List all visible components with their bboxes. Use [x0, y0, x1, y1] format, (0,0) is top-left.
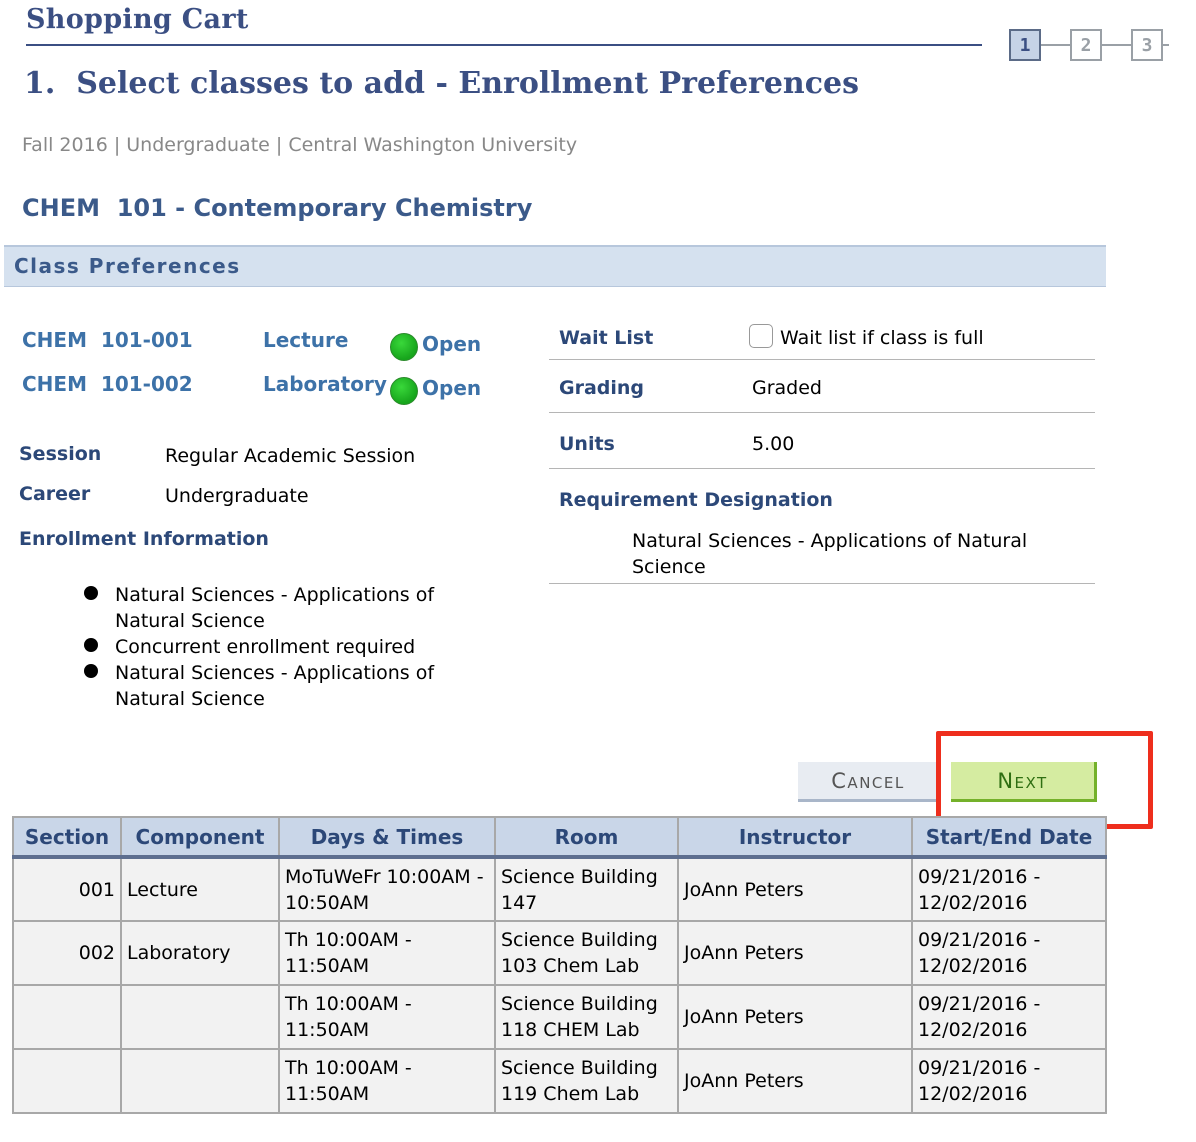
cell-section: 001	[12, 856, 122, 922]
table-row: Th 10:00AM - 11:50AM Science Building 11…	[12, 1048, 1107, 1114]
career-label: Career	[19, 483, 91, 505]
status-label: Open	[422, 332, 482, 356]
cell-days-times: MoTuWeFr 10:00AM - 10:50AM	[278, 856, 496, 922]
open-status-icon	[390, 333, 418, 361]
cell-instructor: JoAnn Peters	[677, 920, 913, 986]
list-item: Natural Sciences - Applications of Natur…	[84, 660, 484, 712]
requirement-label: Requirement Designation	[559, 489, 833, 511]
step-connector	[1041, 44, 1071, 46]
cell-component: Lecture	[120, 856, 280, 922]
units-label: Units	[559, 433, 615, 455]
cell-instructor: JoAnn Peters	[677, 1048, 913, 1114]
list-item: Concurrent enrollment required	[84, 634, 484, 660]
step-title: 1. Select classes to add - Enrollment Pr…	[24, 66, 859, 101]
cell-room: Science Building 119 Chem Lab	[494, 1048, 679, 1114]
enrollment-info-label: Enrollment Information	[19, 528, 269, 550]
open-status-icon	[390, 377, 418, 405]
cell-component	[120, 1048, 280, 1114]
table-row: 002 Laboratory Th 10:00AM - 11:50AM Scie…	[12, 920, 1107, 986]
next-button[interactable]: Next	[951, 762, 1097, 802]
bullet-icon	[84, 586, 98, 600]
column-header-section: Section	[12, 816, 122, 859]
cell-component	[120, 984, 280, 1050]
grading-label: Grading	[559, 377, 645, 399]
column-header-component: Component	[120, 816, 280, 859]
cell-days-times: Th 10:00AM - 11:50AM	[278, 984, 496, 1050]
divider	[549, 412, 1095, 413]
list-item: Natural Sciences - Applications of Natur…	[84, 582, 484, 634]
table-row: Th 10:00AM - 11:50AM Science Building 11…	[12, 984, 1107, 1050]
requirement-value: Natural Sciences - Applications of Natur…	[632, 530, 1028, 578]
cell-room: Science Building 103 Chem Lab	[494, 920, 679, 986]
section-link-002[interactable]: CHEM 101-002	[22, 372, 193, 396]
column-header-room: Room	[494, 816, 679, 859]
cell-date: 09/21/2016 - 12/02/2016	[911, 920, 1107, 986]
cell-room: Science Building 147	[494, 856, 679, 922]
cell-date: 09/21/2016 - 12/02/2016	[911, 856, 1107, 922]
status-label: Open	[422, 376, 482, 400]
wait-list-checkbox-label[interactable]: Wait list if class is full	[780, 327, 984, 349]
course-title: CHEM 101 - Contemporary Chemistry	[22, 194, 533, 222]
column-header-instructor: Instructor	[677, 816, 913, 859]
cell-instructor: JoAnn Peters	[677, 856, 913, 922]
grading-value: Graded	[752, 377, 822, 399]
class-sections-table: Section Component Days & Times Room Inst…	[12, 816, 1107, 1114]
section-link-001[interactable]: CHEM 101-001	[22, 328, 193, 352]
column-header-days-times: Days & Times	[278, 816, 496, 859]
step-3-indicator: 3	[1131, 29, 1163, 61]
cell-component: Laboratory	[120, 920, 280, 986]
step-connector	[1102, 44, 1132, 46]
session-label: Session	[19, 443, 102, 465]
cell-instructor: JoAnn Peters	[677, 984, 913, 1050]
class-preferences-heading: Class Preferences	[14, 254, 241, 278]
cell-section: 002	[12, 920, 122, 986]
enrollment-info-list: Natural Sciences - Applications of Natur…	[84, 582, 484, 712]
header-divider	[26, 44, 982, 46]
bullet-icon	[84, 664, 98, 678]
cell-date: 09/21/2016 - 12/02/2016	[911, 1048, 1107, 1114]
table-header-row: Section Component Days & Times Room Inst…	[12, 816, 1107, 859]
wait-list-checkbox[interactable]	[749, 324, 773, 348]
cell-days-times: Th 10:00AM - 11:50AM	[278, 920, 496, 986]
wait-list-label: Wait List	[559, 327, 654, 349]
session-value: Regular Academic Session	[165, 445, 416, 467]
divider	[549, 468, 1095, 469]
divider	[549, 359, 1095, 360]
component-label: Laboratory	[263, 372, 387, 396]
cell-section	[12, 984, 122, 1050]
units-value: 5.00	[752, 433, 795, 455]
bullet-icon	[84, 638, 98, 652]
step-connector	[1163, 44, 1169, 46]
step-2-indicator: 2	[1070, 29, 1102, 61]
career-value: Undergraduate	[165, 485, 309, 507]
term-info: Fall 2016 | Undergraduate | Central Wash…	[22, 134, 578, 156]
column-header-start-end-date: Start/End Date	[911, 816, 1107, 859]
divider	[549, 583, 1095, 584]
component-label: Lecture	[263, 328, 349, 352]
cancel-button[interactable]: Cancel	[798, 762, 938, 802]
table-row: 001 Lecture MoTuWeFr 10:00AM - 10:50AM S…	[12, 856, 1107, 922]
step-1-indicator: 1	[1009, 29, 1041, 61]
cell-section	[12, 1048, 122, 1114]
cell-days-times: Th 10:00AM - 11:50AM	[278, 1048, 496, 1114]
cell-room: Science Building 118 CHEM Lab	[494, 984, 679, 1050]
cell-date: 09/21/2016 - 12/02/2016	[911, 984, 1107, 1050]
page-title: Shopping Cart	[26, 4, 249, 35]
